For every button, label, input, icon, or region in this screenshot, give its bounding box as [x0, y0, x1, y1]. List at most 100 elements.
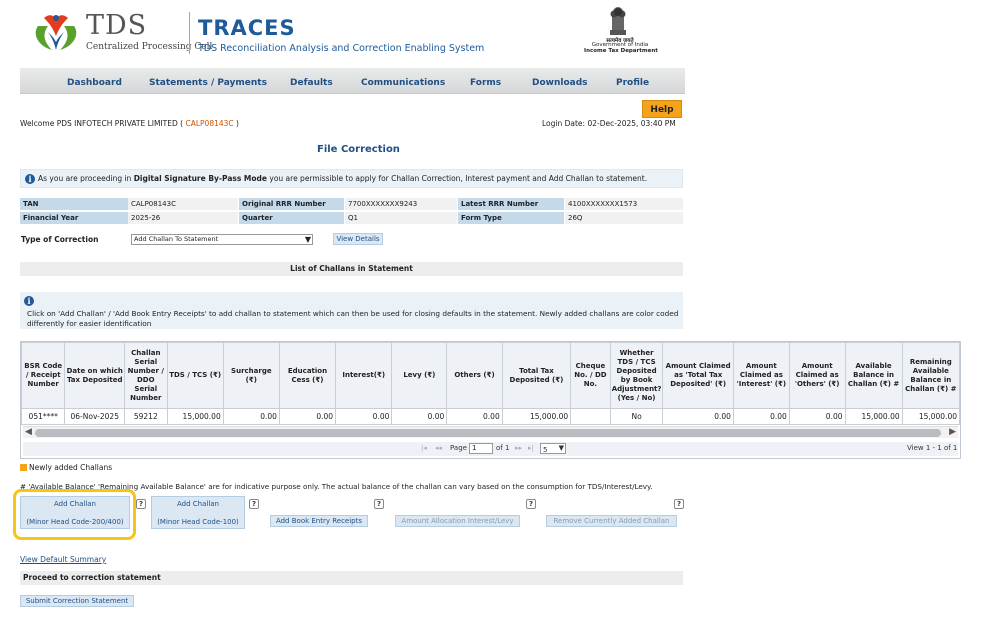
scroll-right-icon[interactable]: ▶: [949, 427, 956, 437]
nav-profile[interactable]: Profile: [616, 78, 649, 88]
add-challan-100-sub: (Minor Head Code-100): [157, 518, 239, 526]
allocation-help-icon[interactable]: ?: [526, 499, 536, 509]
add-challan-1-help-icon[interactable]: ?: [136, 499, 146, 509]
national-emblem-icon: [610, 7, 626, 35]
new-challan-legend: Newly added Challans: [29, 463, 113, 472]
nav-downloads[interactable]: Downloads: [532, 78, 588, 88]
col-book-adj[interactable]: Whether TDS / TCS Deposited by Book Adju…: [609, 342, 664, 409]
brand-text: TDS: [86, 10, 148, 41]
quarter-value: Q1: [345, 212, 457, 224]
cell-cheque: [570, 408, 611, 425]
col-claimed-total[interactable]: Amount Claimed as 'Total Tax Deposited' …: [662, 342, 734, 409]
col-serial[interactable]: Challan Serial Number / DDO Serial Numbe…: [124, 342, 168, 409]
add-challan-100-button[interactable]: Add Challan (Minor Head Code-100): [151, 496, 245, 529]
lrrr-value: 4100XXXXXXX1573: [565, 198, 683, 210]
remove-help-icon[interactable]: ?: [674, 499, 684, 509]
login-date: Login Date: 02-Dec-2025, 03:40 PM: [542, 119, 676, 128]
nav-dashboard[interactable]: Dashboard: [67, 78, 122, 88]
table-header-row: BSR Code / Receipt Number Date on which …: [21, 342, 960, 409]
app-title: TRACES: [198, 16, 296, 40]
remove-challan-button[interactable]: Remove Currently Added Challan: [546, 515, 677, 527]
help-button[interactable]: Help: [642, 100, 682, 118]
scroll-left-icon[interactable]: ◀: [25, 427, 32, 437]
rows-per-page-value: 5: [543, 446, 548, 454]
info-message: As you are proceeding in Digital Signatu…: [38, 174, 647, 183]
highlight-box: [13, 489, 136, 540]
col-total[interactable]: Total Tax Deposited (₹): [501, 342, 572, 409]
cell-others: 0.00: [446, 408, 503, 425]
nav-statements-payments[interactable]: Statements / Payments: [149, 78, 267, 88]
info-bold: Digital Signature By-Pass Mode: [133, 174, 267, 183]
cell-available: 15,000.00: [844, 408, 903, 425]
welcome-text: Welcome PDS INFOTECH PRIVATE LIMITED ( C…: [20, 119, 239, 128]
chevron-down-icon: ▼: [558, 444, 564, 452]
challan-table-panel: BSR Code / Receipt Number Date on which …: [20, 341, 961, 459]
book-entry-help-icon[interactable]: ?: [374, 499, 384, 509]
page-title: File Correction: [317, 144, 400, 155]
col-remaining[interactable]: Remaining Available Balance in Challan (…: [901, 342, 960, 409]
view-count: View 1 - 1 of 1: [907, 444, 958, 452]
nav-communications[interactable]: Communications: [361, 78, 445, 88]
cell-date: 06-Nov-2025: [64, 408, 126, 425]
form-type-value: 26Q: [565, 212, 683, 224]
challan-info-banner: i Click on 'Add Challan' / 'Add Book Ent…: [20, 292, 683, 329]
orrr-label: Original RRR Number: [239, 198, 344, 210]
correction-type-select[interactable]: Add Challan To Statement ▼: [131, 234, 313, 245]
proceed-title: Proceed to correction statement: [20, 571, 683, 585]
challan-info-text: Click on 'Add Challan' / 'Add Book Entry…: [27, 309, 679, 328]
correction-type-label: Type of Correction: [21, 235, 99, 244]
col-interest[interactable]: Interest(₹): [335, 342, 393, 409]
cell-tds: 15,000.00: [166, 408, 224, 425]
horizontal-scrollbar[interactable]: ◀ ▶: [23, 426, 958, 438]
cell-levy: 0.00: [391, 408, 448, 425]
col-available[interactable]: Available Balance in Challan (₹) #: [844, 342, 903, 409]
correction-type-value: Add Challan To Statement: [134, 235, 219, 243]
col-cheque[interactable]: Cheque No. / DD No.: [570, 342, 611, 409]
add-challan-label: Add Challan: [176, 500, 219, 508]
last-page-icon[interactable]: ▸|: [528, 444, 534, 452]
col-cess[interactable]: Education Cess (₹): [278, 342, 337, 409]
scroll-thumb[interactable]: [35, 429, 941, 437]
new-challan-legend-swatch: [20, 464, 27, 471]
col-claimed-interest[interactable]: Amount Claimed as 'Interest' (₹): [732, 342, 790, 409]
table-row[interactable]: 051**** 06-Nov-2025 59212 15,000.00 0.00…: [21, 408, 960, 425]
cell-bsr: 051****: [21, 408, 66, 425]
first-page-icon[interactable]: |◂: [421, 444, 427, 452]
welcome-suffix: ): [236, 119, 239, 128]
chevron-down-icon: ▼: [304, 235, 311, 244]
cell-remaining: 15,000.00: [901, 408, 960, 425]
col-date[interactable]: Date on which Tax Deposited: [64, 342, 126, 409]
col-others[interactable]: Others (₹): [446, 342, 503, 409]
page-input[interactable]: 1: [469, 443, 493, 454]
challan-table: BSR Code / Receipt Number Date on which …: [21, 342, 960, 425]
cell-serial: 59212: [124, 408, 168, 425]
brand-subtitle: Centralized Processing Cell: [86, 42, 213, 52]
col-bsr[interactable]: BSR Code / Receipt Number: [21, 342, 66, 409]
rows-per-page-select[interactable]: 5 ▼: [540, 443, 566, 454]
info-icon: i: [24, 296, 34, 306]
col-tds[interactable]: TDS / TCS (₹): [166, 342, 224, 409]
view-default-summary-link[interactable]: View Default Summary: [20, 555, 106, 564]
prev-page-icon[interactable]: ◂◂: [435, 444, 442, 452]
cell-book-adj: No: [609, 408, 664, 425]
submit-correction-button[interactable]: Submit Correction Statement: [20, 595, 134, 607]
cell-total: 15,000.00: [501, 408, 572, 425]
add-challan-2-help-icon[interactable]: ?: [249, 499, 259, 509]
nav-forms[interactable]: Forms: [470, 78, 501, 88]
next-page-icon[interactable]: ▸▸: [515, 444, 522, 452]
amount-allocation-button[interactable]: Amount Allocation Interest/Levy: [395, 515, 520, 527]
tan-label: TAN: [20, 198, 128, 210]
nav-defaults[interactable]: Defaults: [290, 78, 333, 88]
col-levy[interactable]: Levy (₹): [391, 342, 448, 409]
col-claimed-others[interactable]: Amount Claimed as 'Others' (₹): [788, 342, 846, 409]
orrr-value: 7700XXXXXXX9243: [345, 198, 457, 210]
view-details-button[interactable]: View Details: [333, 233, 383, 245]
page-label: Page: [450, 444, 467, 452]
cell-claimed-total: 0.00: [662, 408, 734, 425]
main-nav: Dashboard Statements / Payments Defaults…: [20, 68, 685, 94]
col-surcharge[interactable]: Surcharge (₹): [222, 342, 280, 409]
table-pager: |◂ ◂◂ Page 1 of 1 ▸▸ ▸| 5 ▼ View 1 - 1 of…: [23, 442, 958, 456]
tan-value: CALP08143C: [128, 198, 238, 210]
cell-surcharge: 0.00: [222, 408, 280, 425]
add-book-entry-button[interactable]: Add Book Entry Receipts: [270, 515, 368, 527]
